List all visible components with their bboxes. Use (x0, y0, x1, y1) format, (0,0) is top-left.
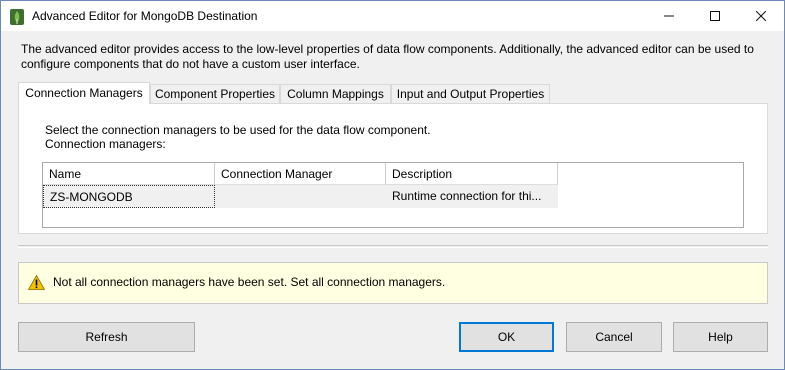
tab-column-mappings[interactable]: Column Mappings (280, 84, 391, 103)
minimize-button[interactable] (646, 1, 692, 31)
connection-managers-label: Connection managers: (45, 137, 166, 151)
window-title: Advanced Editor for MongoDB Destination (32, 9, 258, 23)
close-icon (756, 11, 766, 21)
grid-header: Name Connection Manager Description (43, 163, 558, 185)
warning-message: Not all connection managers have been se… (53, 275, 446, 289)
maximize-icon (710, 11, 720, 21)
maximize-button[interactable] (692, 1, 738, 31)
instruction-text: Select the connection managers to be use… (45, 123, 431, 137)
panel-instructions: Select the connection managers to be use… (45, 123, 431, 151)
warning-triangle-icon (28, 275, 45, 290)
connection-managers-grid[interactable]: Name Connection Manager Description ZS-M… (42, 162, 744, 228)
refresh-button[interactable]: Refresh (18, 322, 195, 352)
advanced-editor-dialog: Advanced Editor for MongoDB Destination … (0, 0, 785, 370)
table-row[interactable]: ZS-MONGODB Runtime connection for thi... (43, 185, 558, 208)
tab-connection-managers[interactable]: Connection Managers (18, 82, 150, 104)
tab-input-output-properties[interactable]: Input and Output Properties (391, 84, 550, 103)
tab-component-properties[interactable]: Component Properties (150, 84, 280, 103)
cell-connection-manager[interactable] (215, 185, 386, 208)
cell-name[interactable]: ZS-MONGODB (43, 185, 215, 208)
cancel-button[interactable]: Cancel (566, 322, 662, 352)
warning-bar: Not all connection managers have been se… (18, 262, 768, 304)
column-header-connection-manager[interactable]: Connection Manager (215, 163, 386, 185)
connection-managers-panel: Select the connection managers to be use… (18, 103, 768, 234)
minimize-icon (664, 15, 674, 17)
help-button[interactable]: Help (673, 322, 768, 352)
column-header-name[interactable]: Name (43, 163, 215, 185)
close-button[interactable] (738, 1, 784, 31)
editor-description: The advanced editor provides access to t… (21, 42, 754, 71)
title-bar[interactable]: Advanced Editor for MongoDB Destination (1, 1, 784, 31)
column-header-description[interactable]: Description (386, 163, 558, 185)
ok-button[interactable]: OK (459, 322, 554, 352)
divider-highlight (18, 247, 768, 248)
cell-description[interactable]: Runtime connection for thi... (386, 185, 558, 208)
divider (18, 245, 768, 246)
mongodb-leaf-icon (10, 9, 24, 25)
